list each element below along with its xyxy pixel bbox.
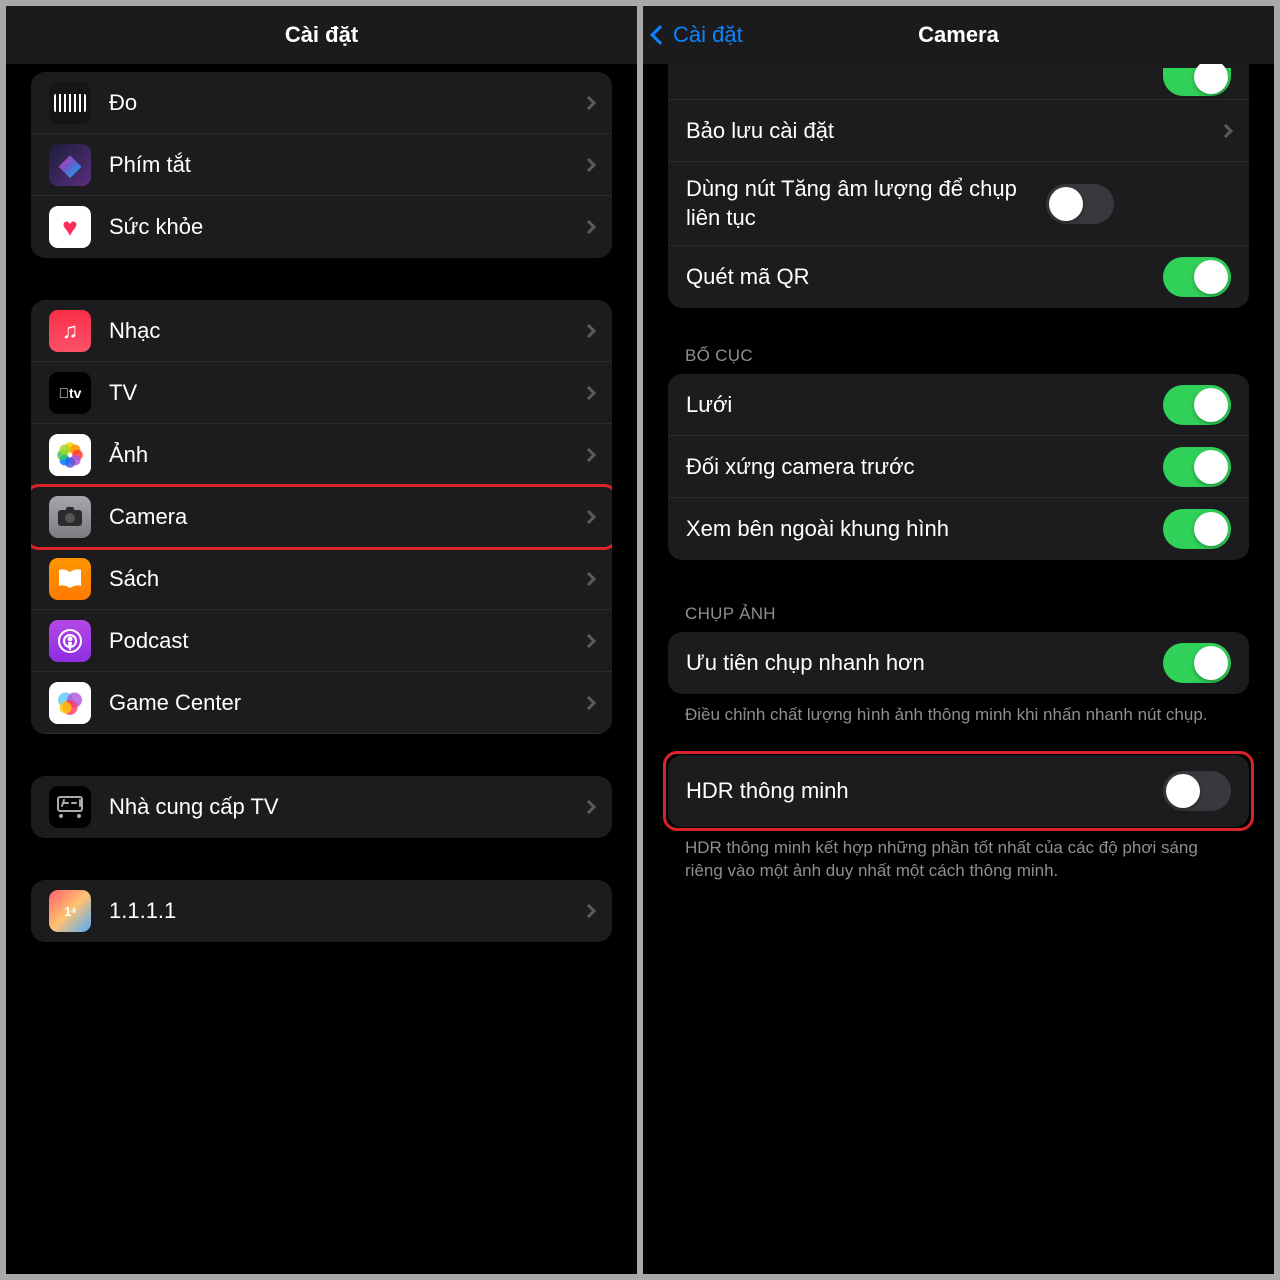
row-label: Sức khỏe bbox=[109, 214, 584, 240]
row-label: Dùng nút Tăng âm lượng để chụp liên tục bbox=[686, 163, 1046, 244]
settings-group-2: ♫ Nhạc tv TV Ảnh Camera Sá bbox=[31, 300, 612, 734]
gamecenter-icon bbox=[49, 682, 91, 724]
chevron-right-icon bbox=[582, 95, 596, 109]
chevron-right-icon bbox=[582, 633, 596, 647]
row-shortcuts[interactable]: ◆ Phím tắt bbox=[31, 134, 612, 196]
row-tv[interactable]: tv TV bbox=[31, 362, 612, 424]
row-label: Bảo lưu cài đặt bbox=[686, 118, 1221, 144]
music-icon: ♫ bbox=[49, 310, 91, 352]
toggle-switch[interactable] bbox=[1163, 771, 1231, 811]
shortcuts-icon: ◆ bbox=[49, 144, 91, 186]
row-health[interactable]: ♥ Sức khỏe bbox=[31, 196, 612, 258]
row-label: 1.1.1.1 bbox=[109, 898, 584, 924]
chevron-right-icon bbox=[582, 385, 596, 399]
row-photos[interactable]: Ảnh bbox=[31, 424, 612, 486]
podcast-icon bbox=[49, 620, 91, 662]
row-label: Đối xứng camera trước bbox=[686, 454, 1163, 480]
row-grid[interactable]: Lưới bbox=[668, 374, 1249, 436]
row-label: Podcast bbox=[109, 628, 584, 654]
toggle-switch[interactable] bbox=[1163, 257, 1231, 297]
row-label: Camera bbox=[109, 504, 584, 530]
chevron-right-icon bbox=[582, 800, 596, 814]
row-camera[interactable]: Camera bbox=[31, 486, 612, 548]
camera-group-capture: Ưu tiên chụp nhanh hơn bbox=[668, 632, 1249, 694]
chevron-right-icon bbox=[582, 447, 596, 461]
row-label: Nhạc bbox=[109, 318, 584, 344]
hdr-footer-text: HDR thông minh kết hợp những phần tốt nh… bbox=[685, 837, 1232, 883]
camera-group-hdr: HDR thông minh bbox=[668, 755, 1249, 827]
row-label: Lưới bbox=[686, 392, 1163, 418]
section-header-capture: CHỤP ẢNH bbox=[685, 604, 1232, 624]
camera-group-layout: Lưới Đối xứng camera trước Xem bên ngoài… bbox=[668, 374, 1249, 560]
capture-footer-text: Điều chỉnh chất lượng hình ảnh thông min… bbox=[685, 704, 1232, 727]
cloudflare-icon: 1⁴ bbox=[49, 890, 91, 932]
row-label: Ảnh bbox=[109, 442, 584, 468]
row-label: Ưu tiên chụp nhanh hơn bbox=[686, 650, 1163, 676]
row-smart-hdr[interactable]: HDR thông minh bbox=[668, 755, 1249, 827]
settings-group-1: Đo ◆ Phím tắt ♥ Sức khỏe bbox=[31, 72, 612, 258]
row-scan-qr[interactable]: Quét mã QR bbox=[668, 246, 1249, 308]
chevron-right-icon bbox=[582, 695, 596, 709]
row-label: Phím tắt bbox=[109, 152, 584, 178]
row-prioritize-faster[interactable]: Ưu tiên chụp nhanh hơn bbox=[668, 632, 1249, 694]
toggle-switch[interactable] bbox=[1163, 509, 1231, 549]
row-tvprovider[interactable]: Nhà cung cấp TV bbox=[31, 776, 612, 838]
row-label: Xem bên ngoài khung hình bbox=[686, 516, 1163, 542]
camera-settings-panel: Cài đặt Camera Bảo lưu cài đặt Dùng nút … bbox=[643, 6, 1274, 1274]
chevron-right-icon bbox=[582, 571, 596, 585]
row-label: Nhà cung cấp TV bbox=[109, 794, 584, 820]
header-right: Cài đặt Camera bbox=[643, 6, 1274, 64]
camera-group-top: Bảo lưu cài đặt Dùng nút Tăng âm lượng đ… bbox=[668, 64, 1249, 308]
chevron-right-icon bbox=[582, 904, 596, 918]
row-partial-toggle[interactable] bbox=[668, 64, 1249, 100]
settings-group-4: 1⁴ 1.1.1.1 bbox=[31, 880, 612, 942]
chevron-right-icon bbox=[582, 323, 596, 337]
row-label: Quét mã QR bbox=[686, 264, 1163, 290]
row-books[interactable]: Sách bbox=[31, 548, 612, 610]
row-music[interactable]: ♫ Nhạc bbox=[31, 300, 612, 362]
toggle-switch[interactable] bbox=[1163, 643, 1231, 683]
toggle-switch[interactable] bbox=[1046, 184, 1114, 224]
row-preserve-settings[interactable]: Bảo lưu cài đặt bbox=[668, 100, 1249, 162]
row-cloudflare[interactable]: 1⁴ 1.1.1.1 bbox=[31, 880, 612, 942]
row-label: TV bbox=[109, 380, 584, 406]
back-label: Cài đặt bbox=[673, 22, 743, 48]
settings-group-3: Nhà cung cấp TV bbox=[31, 776, 612, 838]
row-measure[interactable]: Đo bbox=[31, 72, 612, 134]
row-label: Game Center bbox=[109, 690, 584, 716]
toggle-switch[interactable] bbox=[1163, 68, 1231, 96]
row-podcast[interactable]: Podcast bbox=[31, 610, 612, 672]
header-left: Cài đặt bbox=[6, 6, 637, 64]
settings-list-panel: Cài đặt Đo ◆ Phím tắt ♥ Sức khỏe ♫ Nhạc … bbox=[6, 6, 637, 1274]
books-icon bbox=[49, 558, 91, 600]
chevron-right-icon bbox=[582, 220, 596, 234]
chevron-right-icon bbox=[582, 509, 596, 523]
toggle-switch[interactable] bbox=[1163, 385, 1231, 425]
row-gamecenter[interactable]: Game Center bbox=[31, 672, 612, 734]
row-mirror-front[interactable]: Đối xứng camera trước bbox=[668, 436, 1249, 498]
measure-icon bbox=[49, 82, 91, 124]
back-button[interactable]: Cài đặt bbox=[653, 22, 743, 48]
row-volume-burst[interactable]: Dùng nút Tăng âm lượng để chụp liên tục bbox=[668, 162, 1249, 246]
row-label: Sách bbox=[109, 566, 584, 592]
row-label: Đo bbox=[109, 90, 584, 116]
page-title: Camera bbox=[918, 22, 999, 48]
chevron-left-icon bbox=[650, 25, 670, 45]
chevron-right-icon bbox=[1219, 123, 1233, 137]
chevron-right-icon bbox=[582, 157, 596, 171]
section-header-layout: BỐ CỤC bbox=[685, 346, 1232, 366]
tv-icon: tv bbox=[49, 372, 91, 414]
page-title: Cài đặt bbox=[285, 22, 358, 48]
toggle-switch[interactable] bbox=[1163, 447, 1231, 487]
health-icon: ♥ bbox=[49, 206, 91, 248]
tvprovider-icon bbox=[49, 786, 91, 828]
row-view-outside-frame[interactable]: Xem bên ngoài khung hình bbox=[668, 498, 1249, 560]
camera-icon bbox=[49, 496, 91, 538]
row-label: HDR thông minh bbox=[686, 778, 1163, 804]
photos-icon bbox=[49, 434, 91, 476]
